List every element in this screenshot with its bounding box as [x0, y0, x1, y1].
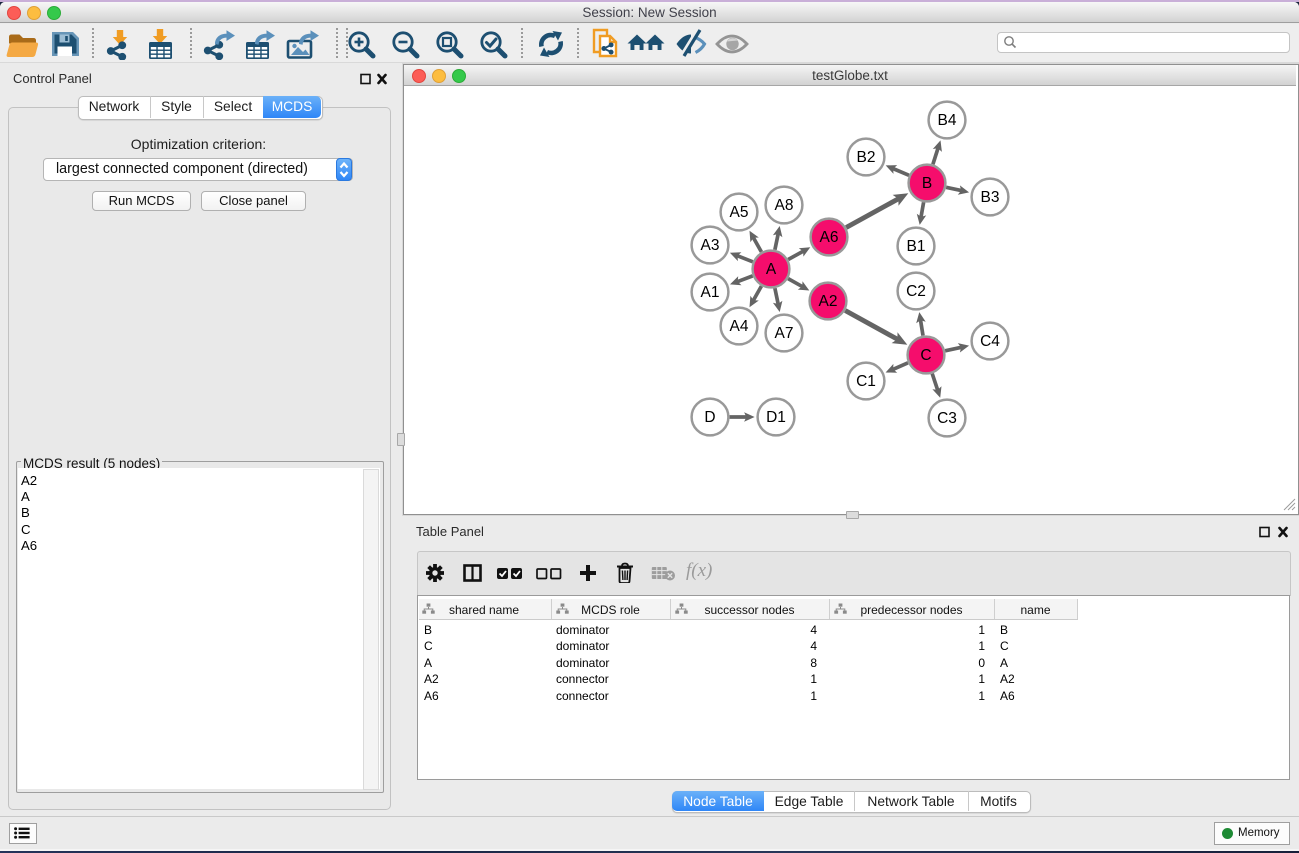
svg-text:A8: A8: [775, 197, 794, 214]
svg-text:A7: A7: [775, 325, 794, 342]
svg-text:C3: C3: [937, 410, 957, 427]
svg-text:B2: B2: [857, 149, 876, 166]
svg-text:A6: A6: [820, 229, 839, 246]
svg-text:A1: A1: [701, 284, 720, 301]
svg-text:B1: B1: [907, 238, 926, 255]
svg-text:A3: A3: [701, 237, 720, 254]
svg-text:A5: A5: [730, 204, 749, 221]
svg-text:D: D: [704, 409, 715, 426]
svg-text:A: A: [766, 261, 777, 278]
svg-text:B3: B3: [981, 189, 1000, 206]
svg-text:C4: C4: [980, 333, 1000, 350]
svg-text:C2: C2: [906, 283, 926, 300]
svg-text:D1: D1: [766, 409, 786, 426]
svg-text:A2: A2: [819, 293, 838, 310]
svg-text:C1: C1: [856, 373, 876, 390]
svg-text:C: C: [920, 347, 931, 364]
svg-text:B: B: [922, 175, 932, 192]
svg-text:B4: B4: [938, 112, 957, 129]
svg-text:A4: A4: [730, 318, 749, 335]
